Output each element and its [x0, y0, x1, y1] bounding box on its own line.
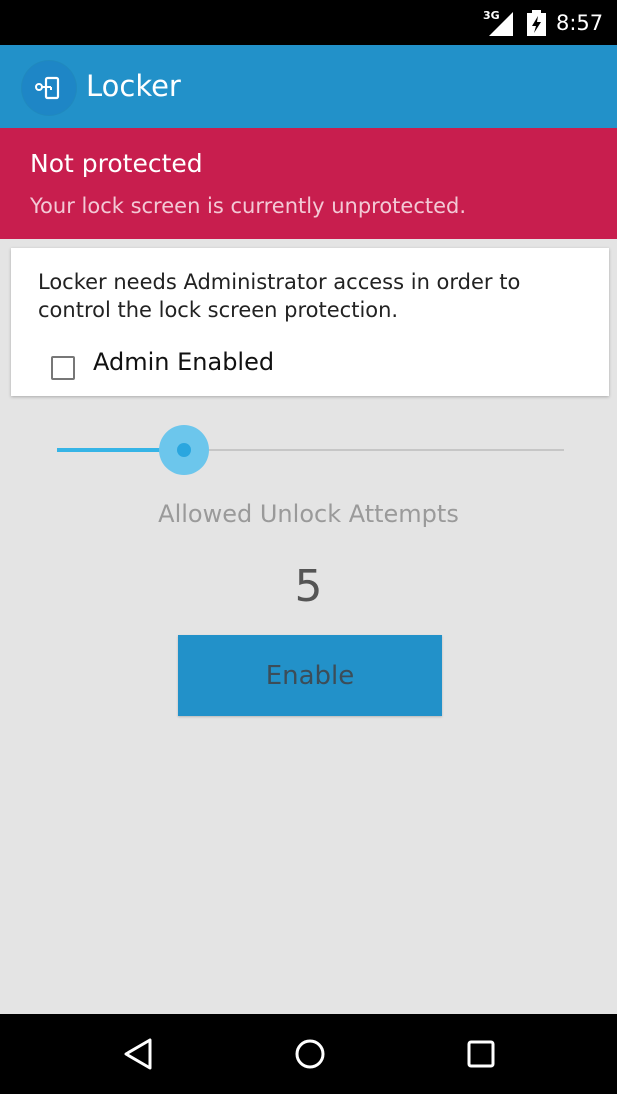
- back-icon[interactable]: [117, 1032, 161, 1076]
- admin-enabled-label[interactable]: Admin Enabled: [93, 346, 274, 378]
- battery-charging-icon: [527, 10, 546, 36]
- app-bar: Locker: [0, 45, 617, 128]
- admin-access-card: Locker needs Administrator access in ord…: [11, 248, 609, 396]
- banner-title: Not protected: [30, 149, 203, 178]
- unlock-attempts-value: 5: [294, 561, 323, 612]
- unlock-attempts-label: Allowed Unlock Attempts: [158, 500, 459, 528]
- clock: 8:57: [556, 11, 604, 35]
- home-icon[interactable]: [288, 1032, 332, 1076]
- screen: 3G 8:57 Locker Not protected Your lock s…: [0, 0, 617, 1094]
- lock-key-icon: [22, 61, 76, 115]
- admin-enabled-row[interactable]: Admin Enabled: [51, 346, 451, 386]
- status-bar: 3G 8:57: [0, 0, 617, 45]
- enable-button[interactable]: Enable: [178, 635, 442, 716]
- admin-enabled-checkbox[interactable]: [51, 356, 75, 380]
- app-title: Locker: [86, 69, 181, 103]
- protection-status-banner: Not protected Your lock screen is curren…: [0, 128, 617, 239]
- cell-signal-icon: [489, 12, 513, 36]
- navigation-bar: [0, 1014, 617, 1094]
- recents-icon[interactable]: [459, 1032, 503, 1076]
- banner-message: Your lock screen is currently unprotecte…: [30, 194, 467, 218]
- slider-thumb[interactable]: [177, 443, 191, 457]
- admin-description: Locker needs Administrator access in ord…: [38, 270, 521, 322]
- unlock-attempts-slider[interactable]: [57, 424, 564, 476]
